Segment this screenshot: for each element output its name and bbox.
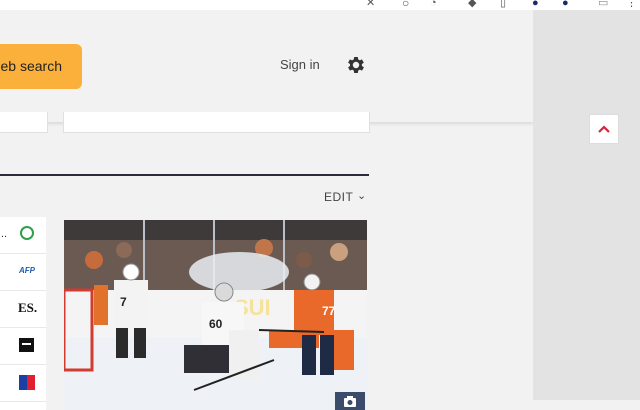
hockey-photo: SUI 7 60 77: [64, 220, 367, 410]
close-icon[interactable]: ✕: [366, 0, 375, 9]
scroll-to-top-button[interactable]: [589, 114, 619, 144]
list-item[interactable]: ES.: [0, 291, 46, 328]
browser-menu-icon[interactable]: ⋮: [626, 0, 637, 9]
browser-extension-icon[interactable]: ●: [532, 0, 539, 9]
source-title: ..: [1, 228, 8, 240]
web-search-button-label: eb search: [0, 58, 62, 74]
section-divider: [0, 174, 369, 176]
camera-icon[interactable]: [335, 392, 365, 410]
source-logo-icon: ES.: [18, 300, 38, 315]
browser-extension-icon[interactable]: ◔: [430, 0, 437, 9]
list-item[interactable]: [0, 328, 46, 365]
svg-text:77: 77: [322, 304, 336, 318]
browser-extension-icon[interactable]: ○: [402, 0, 409, 9]
chevron-up-icon: [598, 125, 610, 133]
page: eb search Sign in EDIT ⌄ .. AFP ES. SUI …: [0, 10, 533, 410]
afp-logo-icon: AFP: [19, 266, 35, 275]
news-source-list: .. AFP ES.: [0, 217, 46, 410]
settings-gear-icon[interactable]: [345, 54, 367, 76]
web-search-button[interactable]: eb search: [0, 44, 82, 89]
list-item[interactable]: AFP: [0, 254, 46, 291]
list-item[interactable]: ..: [0, 217, 46, 254]
browser-extension-icon[interactable]: ▭: [598, 0, 608, 9]
browser-toolbar: ✕ ○ ◔ ◆ ▯ ● ● ▭ ⋮: [0, 0, 640, 10]
chevron-down-icon[interactable]: ⌄: [357, 189, 366, 202]
edit-button[interactable]: EDIT: [324, 190, 353, 204]
source-logo-icon: [19, 338, 34, 352]
top-header: eb search Sign in: [0, 10, 533, 122]
sign-in-link[interactable]: Sign in: [280, 57, 320, 72]
list-item[interactable]: [0, 365, 46, 402]
left-input-strip[interactable]: [0, 112, 48, 133]
flag-icon-stripe: [27, 375, 35, 390]
svg-text:7: 7: [120, 295, 127, 309]
browser-extension-icon[interactable]: ▯: [500, 0, 506, 9]
news-article-image[interactable]: SUI 7 60 77: [64, 220, 367, 410]
page-gutter: [533, 10, 640, 400]
secondary-input-strip[interactable]: [63, 112, 370, 133]
logo-mark: [22, 343, 31, 345]
svg-text:60: 60: [209, 317, 223, 331]
status-circle-icon: [20, 226, 34, 240]
browser-extension-icon[interactable]: ●: [562, 0, 569, 9]
browser-extension-icon[interactable]: ◆: [468, 0, 476, 9]
flag-icon: [19, 375, 27, 390]
